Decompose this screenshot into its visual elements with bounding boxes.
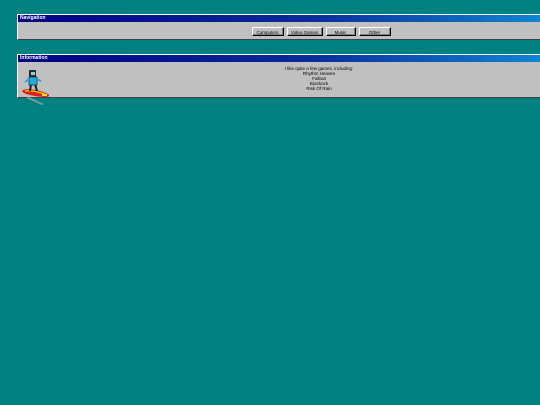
information-content: I like quite a few games, including: Rhy… bbox=[18, 66, 540, 91]
other-button[interactable]: Other bbox=[358, 27, 391, 36]
desktop: Navigation Computers Video Games Music O… bbox=[0, 0, 540, 405]
music-button[interactable]: Music bbox=[325, 27, 356, 36]
surfer-mascot-icon bbox=[22, 70, 50, 105]
video-games-button[interactable]: Video Games bbox=[286, 27, 323, 36]
information-title: Information bbox=[18, 55, 540, 62]
computers-button[interactable]: Computers bbox=[251, 27, 284, 36]
navigation-bar: Computers Video Games Music Other bbox=[18, 22, 540, 36]
list-item: Risk Of Rain bbox=[306, 86, 332, 91]
information-window: Information I like quite a few games, in… bbox=[17, 54, 540, 98]
navigation-title: Navigation bbox=[18, 15, 540, 22]
navigation-window: Navigation Computers Video Games Music O… bbox=[17, 14, 540, 40]
